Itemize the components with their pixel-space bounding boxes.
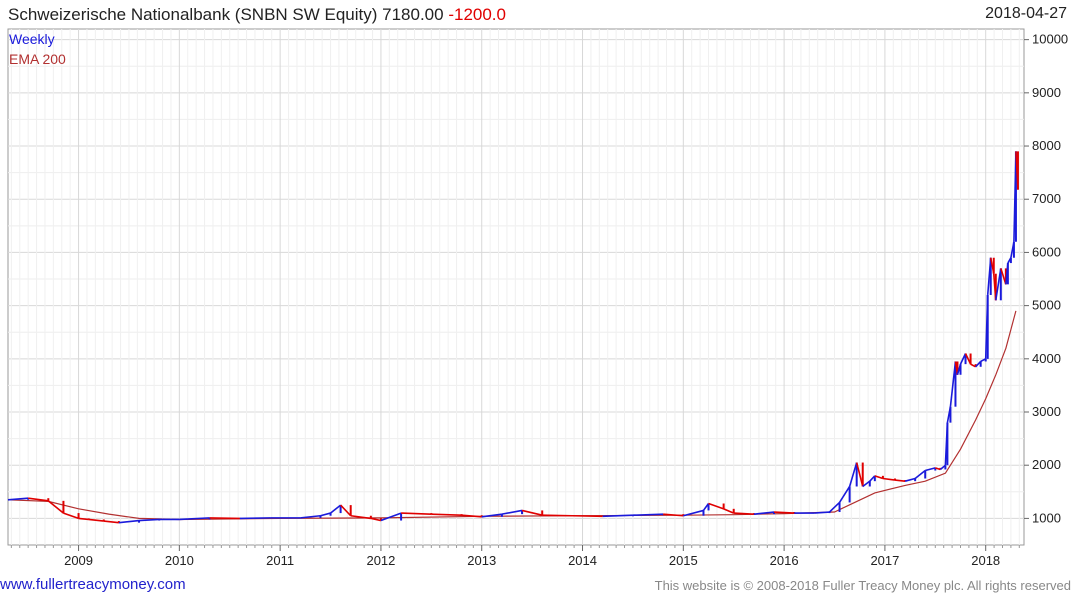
price-segment	[914, 469, 926, 480]
price-segment	[431, 513, 462, 517]
y-tick-label: 1000	[1032, 510, 1061, 525]
y-tick-label: 5000	[1032, 298, 1061, 313]
price-segment	[103, 520, 119, 524]
plot-area	[7, 28, 1025, 546]
x-tick-label: 2015	[669, 553, 698, 568]
price-segment	[340, 504, 352, 517]
x-tick-label: 2014	[568, 553, 597, 568]
price-segment	[602, 514, 633, 518]
price-segment	[300, 514, 321, 519]
site-link[interactable]: www.fullertreacymoney.com	[0, 576, 186, 593]
price-segment	[632, 513, 664, 517]
price-segment	[63, 512, 79, 520]
x-tick-label: 2012	[366, 553, 395, 568]
x-tick-label: 2017	[870, 553, 899, 568]
price-segment	[78, 517, 89, 521]
y-tick-label: 7000	[1032, 191, 1061, 206]
y-tick-label: 4000	[1032, 351, 1061, 366]
ema-200-line	[7, 310, 1017, 521]
y-tick-label: 6000	[1032, 244, 1061, 259]
price-segment	[239, 517, 271, 520]
price-segment	[88, 518, 104, 522]
x-tick-label: 2009	[64, 553, 93, 568]
copyright-text: This website is © 2008-2018 Fuller Treac…	[654, 578, 1071, 593]
price-segment	[733, 512, 754, 515]
price-segment	[138, 518, 160, 522]
price-segment	[501, 509, 523, 515]
price-segment	[542, 514, 573, 517]
price-segment	[862, 480, 871, 488]
price-segment	[708, 502, 724, 510]
price-segment	[401, 512, 432, 515]
price-segment	[838, 486, 851, 503]
x-tick-label: 2018	[971, 553, 1000, 568]
y-tick-label: 8000	[1032, 138, 1061, 153]
price-segment	[572, 514, 603, 518]
x-tick-label: 2010	[165, 553, 194, 568]
price-segment	[209, 517, 240, 520]
x-tick-label: 2016	[770, 553, 799, 568]
price-segment	[118, 519, 140, 524]
price-segment	[894, 479, 906, 482]
y-tick-label: 10000	[1032, 32, 1068, 47]
price-segment	[814, 511, 830, 514]
price-chart: 1000 2000 3000 4000 5000 6000 7000 8000 9000 1000…	[7, 28, 1068, 568]
y-tick-label: 2000	[1032, 457, 1061, 472]
y-tick-label: 9000	[1032, 85, 1061, 100]
x-tick-label: 2011	[266, 553, 294, 568]
price-segment	[773, 511, 795, 514]
y-tick-label: 3000	[1032, 404, 1061, 419]
price-segment	[848, 462, 858, 487]
legend-weekly: Weekly	[9, 31, 55, 47]
chart-frame: Schweizerische Nationalbank (SNBN SW Equ…	[0, 0, 1075, 600]
legend-ema: EMA 200	[9, 51, 66, 67]
x-tick-label: 2013	[467, 553, 496, 568]
